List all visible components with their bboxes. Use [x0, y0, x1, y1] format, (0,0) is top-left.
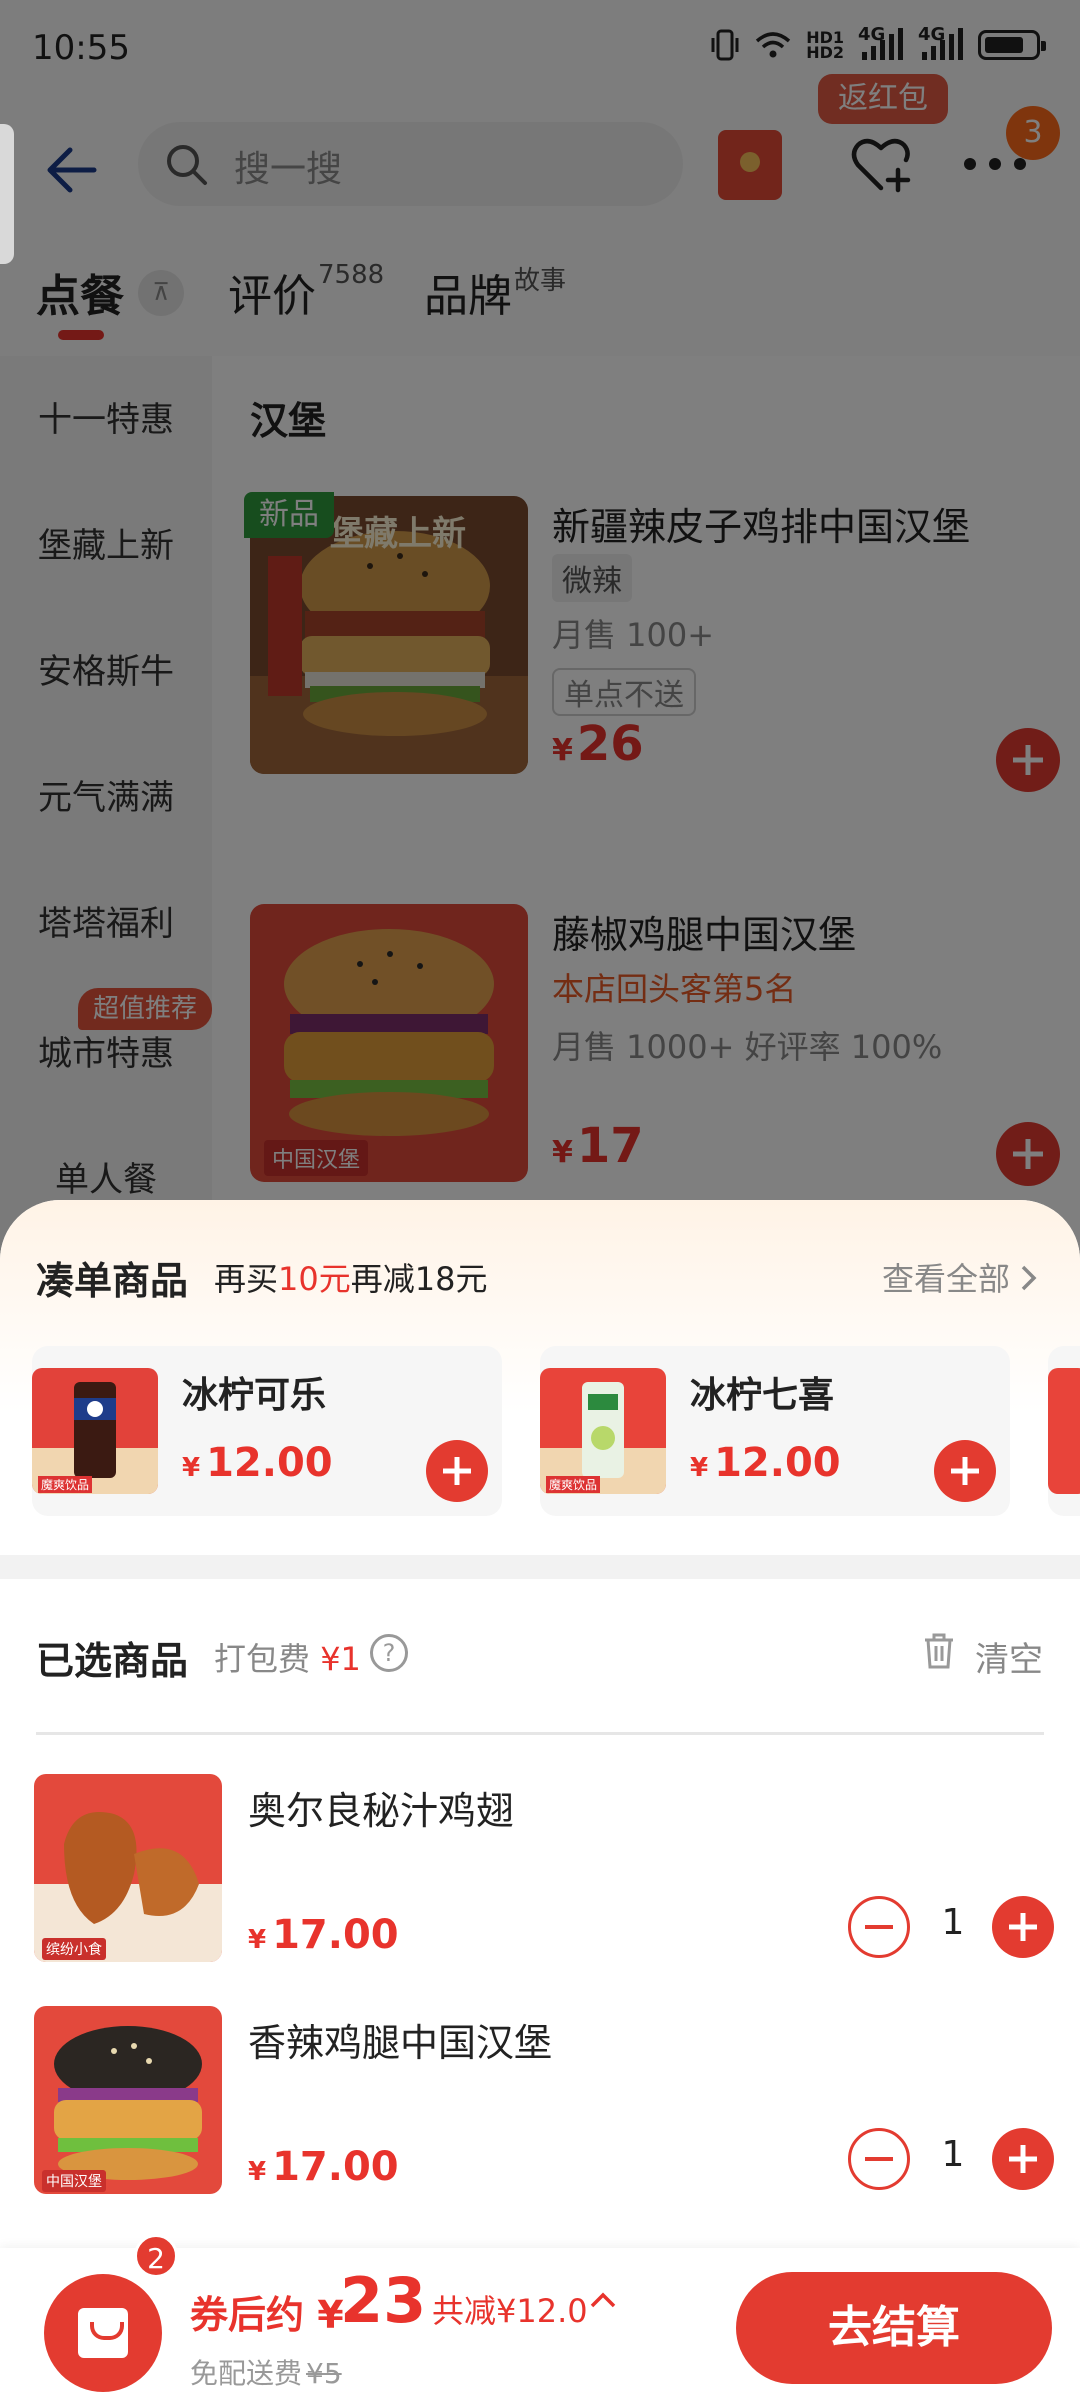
cart-item-image: 中国汉堡 [34, 2006, 222, 2194]
currency-symbol: ¥ [690, 1453, 709, 1483]
section-divider [0, 1555, 1080, 1579]
selected-divider [36, 1732, 1044, 1735]
trash-icon[interactable] [922, 1632, 956, 1670]
addon-name: 冰柠可乐 [182, 1375, 327, 1416]
increase-qty-button[interactable] [992, 2128, 1054, 2190]
price-value: 17.00 [272, 2144, 399, 2190]
cart-item-image-caption: 缤纷小食 [42, 1938, 106, 1960]
cart-item-image: 缤纷小食 [34, 1774, 222, 1962]
decrease-qty-button[interactable] [848, 1896, 910, 1958]
cart-item-name: 奥尔良秘汁鸡翅 [248, 1789, 515, 1833]
currency-symbol: ¥ [248, 2157, 267, 2187]
currency-symbol: ¥ [182, 1453, 201, 1483]
addon-image-caption: 魔爽饮品 [38, 1476, 93, 1493]
bundle-promo: 再买10元再减18元 [214, 1254, 487, 1300]
shopping-bag-icon[interactable] [44, 2274, 162, 2392]
cart-item-price: ¥17.00 [248, 1912, 399, 1958]
addon-item-partial[interactable] [1048, 1346, 1080, 1516]
addon-item[interactable]: 魔爽饮品 冰柠可乐 ¥12.00 [32, 1346, 502, 1516]
decrease-qty-button[interactable] [848, 2128, 910, 2190]
after-coupon-label: 券后约 ¥ [190, 2293, 344, 2337]
burger-image-icon [34, 2006, 222, 2194]
selected-title: 已选商品 [36, 1639, 189, 1683]
bag-glyph [78, 2308, 128, 2358]
add-addon-button[interactable] [934, 1440, 996, 1502]
packing-fee: 打包费 ¥1 [214, 1634, 361, 1680]
cart-item-price: ¥17.00 [248, 2144, 399, 2190]
addon-price: ¥12.00 [182, 1440, 333, 1486]
cart-item-name: 香辣鸡腿中国汉堡 [248, 2021, 553, 2065]
promo-pre: 再买 [214, 1260, 279, 1298]
total-discount[interactable]: 共减¥12.0 [432, 2286, 588, 2332]
bundle-section: 凑单商品 再买10元再减18元 查看全部 魔爽饮品 冰柠可乐 ¥12.00 魔爽… [0, 1200, 1080, 1555]
cart-count-badge: 2 [134, 2234, 178, 2278]
addon-image: 魔爽饮品 [32, 1368, 158, 1494]
addon-image-caption: 魔爽饮品 [546, 1476, 601, 1493]
view-all-link[interactable]: 查看全部 [882, 1254, 1040, 1300]
add-addon-button[interactable] [426, 1440, 488, 1502]
estimated-total: 23 [340, 2264, 427, 2337]
cart-item: 缤纷小食 奥尔良秘汁鸡翅 ¥17.00 1 [34, 1774, 1074, 1964]
price-value: 12.00 [206, 1440, 333, 1486]
modal-dim-overlay[interactable] [0, 0, 1080, 1360]
cart-item: 中国汉堡 香辣鸡腿中国汉堡 ¥17.00 1 [34, 2006, 1074, 2196]
help-icon[interactable]: ? [370, 1634, 408, 1672]
promo-post: 再减18元 [350, 1260, 488, 1298]
packing-fee-value: ¥1 [320, 1640, 361, 1678]
addon-price: ¥12.00 [690, 1440, 841, 1486]
edge-handle[interactable] [0, 124, 14, 264]
chevron-up-icon[interactable] [588, 2286, 618, 2316]
item-quantity: 1 [941, 1902, 965, 1943]
price-value: 12.00 [714, 1440, 841, 1486]
addon-name: 冰柠七喜 [690, 1375, 835, 1416]
addon-item[interactable]: 魔爽饮品 冰柠七喜 ¥12.00 [540, 1346, 1010, 1516]
currency-symbol: ¥ [248, 1925, 267, 1955]
promo-amount: 10元 [278, 1260, 351, 1298]
item-quantity: 1 [941, 2134, 965, 2175]
cart-sheet: 凑单商品 再买10元再减18元 查看全部 魔爽饮品 冰柠可乐 ¥12.00 魔爽… [0, 1200, 1080, 2400]
addon-image [1048, 1368, 1080, 1494]
packing-fee-label: 打包费 [214, 1640, 311, 1678]
free-delivery-label: 免配送费 [190, 2357, 303, 2390]
bundle-title: 凑单商品 [36, 1259, 189, 1303]
cart-item-image-caption: 中国汉堡 [42, 2170, 106, 2192]
chicken-wing-icon [34, 1774, 222, 1962]
chevron-right-icon [1021, 1265, 1037, 1291]
increase-qty-button[interactable] [992, 1896, 1054, 1958]
original-delivery-fee: ¥5 [306, 2357, 342, 2390]
checkout-button[interactable]: 去结算 [736, 2272, 1052, 2384]
addon-image: 魔爽饮品 [540, 1368, 666, 1494]
clear-cart-button[interactable]: 清空 [975, 1632, 1043, 1681]
view-all-label: 查看全部 [881, 1260, 1010, 1298]
price-value: 17.00 [272, 1912, 399, 1958]
delivery-fee: 免配送费 ¥5 [190, 2352, 342, 2392]
